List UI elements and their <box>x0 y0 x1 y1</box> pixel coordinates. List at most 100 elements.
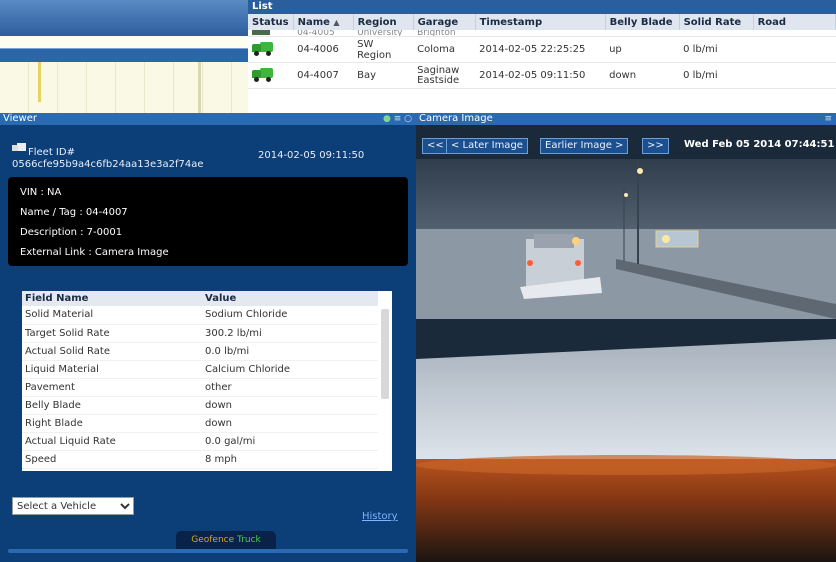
field-value: 0.0 lb/mi <box>202 342 378 361</box>
field-name: Solid Material <box>22 306 202 325</box>
map-toolbar: ⌖ × ▪ <box>0 48 248 109</box>
name-tag-text: Name / Tag : 04-4007 <box>20 207 128 218</box>
col-field-name: Field Name <box>22 291 202 306</box>
field-value: Sodium Chloride <box>202 306 378 325</box>
field-value: down <box>202 396 378 415</box>
field-row: Belly Blade down <box>22 396 378 415</box>
field-value: 8 mph <box>202 450 378 469</box>
col-solid-rate[interactable]: Solid Rate <box>679 14 754 30</box>
cell-belly-blade: up <box>605 36 680 63</box>
table-row[interactable]: 04-4007 Bay Saginaw Eastside 2014-02-05 … <box>248 62 836 89</box>
viewer-pane: Viewer ● ≡ ○ Fleet ID# 0566cfe95b9a4c6fb… <box>0 113 416 562</box>
camera-titlebar: Camera Image ≡ <box>416 113 836 125</box>
col-region[interactable]: Region <box>353 14 414 30</box>
cell-garage: Saginaw Eastside <box>413 62 476 89</box>
field-name: Actual Solid Rate <box>22 342 202 361</box>
cell-name: 04-4006 <box>293 36 354 63</box>
history-link[interactable]: History <box>362 511 398 522</box>
image-date: Wed Feb 05 2014 07:44:51 <box>684 139 835 150</box>
last-image-button[interactable]: >> <box>642 138 669 154</box>
fleet-timestamp: 2014-02-05 09:11:50 <box>258 150 365 161</box>
external-link[interactable]: External Link : Camera Image <box>20 243 396 263</box>
field-row: Liquid Material Calcium Chloride <box>22 360 378 379</box>
cell-solid-rate: 0 lb/mi <box>679 36 754 63</box>
field-name: Speed <box>22 450 202 469</box>
cell-solid-rate: 0 lb/mi <box>679 62 754 89</box>
later-image-button[interactable]: < Later Image <box>446 138 528 154</box>
fields-table: Field Name Value Solid Material Sodium Ch… <box>22 291 378 469</box>
map-header <box>0 0 248 36</box>
viewer-bottom-bar <box>8 549 408 553</box>
street-light <box>637 168 643 174</box>
col-status[interactable]: Status <box>248 14 294 30</box>
close-icon[interactable]: ○ <box>404 114 412 124</box>
viewer-title: Viewer <box>3 113 37 124</box>
fleet-id-label: Fleet ID# <box>28 147 75 158</box>
field-value: 0.0 gal/mi <box>202 432 378 451</box>
list-title: List <box>248 0 836 14</box>
cell-road <box>753 62 836 89</box>
map-road <box>38 62 41 102</box>
earlier-image-button[interactable]: Earlier Image > <box>540 138 629 154</box>
cell-road <box>753 36 836 63</box>
fleet-id-value: 0566cfe95b9a4c6fb24aa13e3a2f74ae <box>12 159 204 170</box>
tail-light <box>527 260 533 266</box>
viewer-titlebar: Viewer ● ≡ ○ <box>0 113 416 125</box>
fields-scrollbar[interactable] <box>381 309 389 399</box>
tab-geofence[interactable]: Geofence <box>191 535 234 545</box>
tail-light <box>575 260 581 266</box>
cell-belly-blade: down <box>605 62 680 89</box>
field-name: Actual Liquid Rate <box>22 432 202 451</box>
map-road-secondary <box>198 62 201 113</box>
vehicle-select[interactable]: Select a Vehicle <box>12 497 134 515</box>
field-row: Pavement other <box>22 378 378 397</box>
globe-icon[interactable]: ● <box>383 114 391 124</box>
camera-title: Camera Image <box>419 113 493 124</box>
field-row: Solid Material Sodium Chloride <box>22 306 378 325</box>
col-belly-blade[interactable]: Belly Blade <box>605 14 680 30</box>
vehicle-info-box: VIN : NA Name / Tag : 04-4007 Descriptio… <box>8 177 408 266</box>
road-surface <box>416 339 836 459</box>
fields-panel[interactable]: Field Name Value Solid Material Sodium Ch… <box>22 291 392 471</box>
first-image-button[interactable]: << <box>422 138 449 154</box>
camera-pane: Camera Image ≡ << < Later Image Earlier … <box>416 113 836 562</box>
camera-nav: << < Later Image Earlier Image > >> Wed … <box>416 138 836 154</box>
col-road[interactable]: Road <box>753 14 836 30</box>
field-name: Liquid Material <box>22 360 202 379</box>
menu-icon[interactable]: ≡ <box>394 114 402 124</box>
field-value: other <box>202 378 378 397</box>
vin-text: VIN : NA <box>20 187 62 198</box>
truck-status-icon <box>248 36 294 63</box>
description-text: Description : 7-0001 <box>20 227 123 238</box>
col-value: Value <box>202 291 378 306</box>
hood-glare <box>416 455 836 475</box>
camera-image <box>416 159 836 562</box>
camera-menu-icon[interactable]: ≡ <box>824 113 832 125</box>
field-name: Belly Blade <box>22 396 202 415</box>
fleet-header: Fleet ID# 0566cfe95b9a4c6fb24aa13e3a2f74… <box>0 125 416 175</box>
col-garage[interactable]: Garage <box>413 14 476 30</box>
tab-truck[interactable]: Truck <box>237 535 261 545</box>
field-row: Target Solid Rate 300.2 lb/mi <box>22 324 378 343</box>
col-timestamp[interactable]: Timestamp <box>475 14 606 30</box>
snow-embankment <box>416 229 836 319</box>
sort-asc-icon: ▲ <box>333 17 340 27</box>
mode-tabs: Geofence Truck <box>176 531 276 549</box>
viewer-controls: ● ≡ ○ <box>383 113 412 125</box>
col-name[interactable]: Name ▲ <box>293 14 354 30</box>
list-pane: List Status Name ▲ Region Garage Timesta… <box>248 0 836 113</box>
field-row: Right Blade down <box>22 414 378 433</box>
field-row: Actual Solid Rate 0.0 lb/mi <box>22 342 378 361</box>
field-row: Speed 8 mph <box>22 450 378 469</box>
field-name: Pavement <box>22 378 202 397</box>
street-light <box>624 193 628 197</box>
table-row[interactable]: 04-4006 SW Region Coloma 2014-02-05 22:2… <box>248 36 836 63</box>
field-value: Calcium Chloride <box>202 360 378 379</box>
cell-timestamp: 2014-02-05 22:25:25 <box>475 36 606 63</box>
field-value: 300.2 lb/mi <box>202 324 378 343</box>
field-name: Target Solid Rate <box>22 324 202 343</box>
truck-status-icon <box>248 62 294 89</box>
cell-garage: Coloma <box>413 36 476 63</box>
truck-cab <box>534 234 574 248</box>
map-pane[interactable]: ⌖ × ▪ <box>0 0 248 113</box>
